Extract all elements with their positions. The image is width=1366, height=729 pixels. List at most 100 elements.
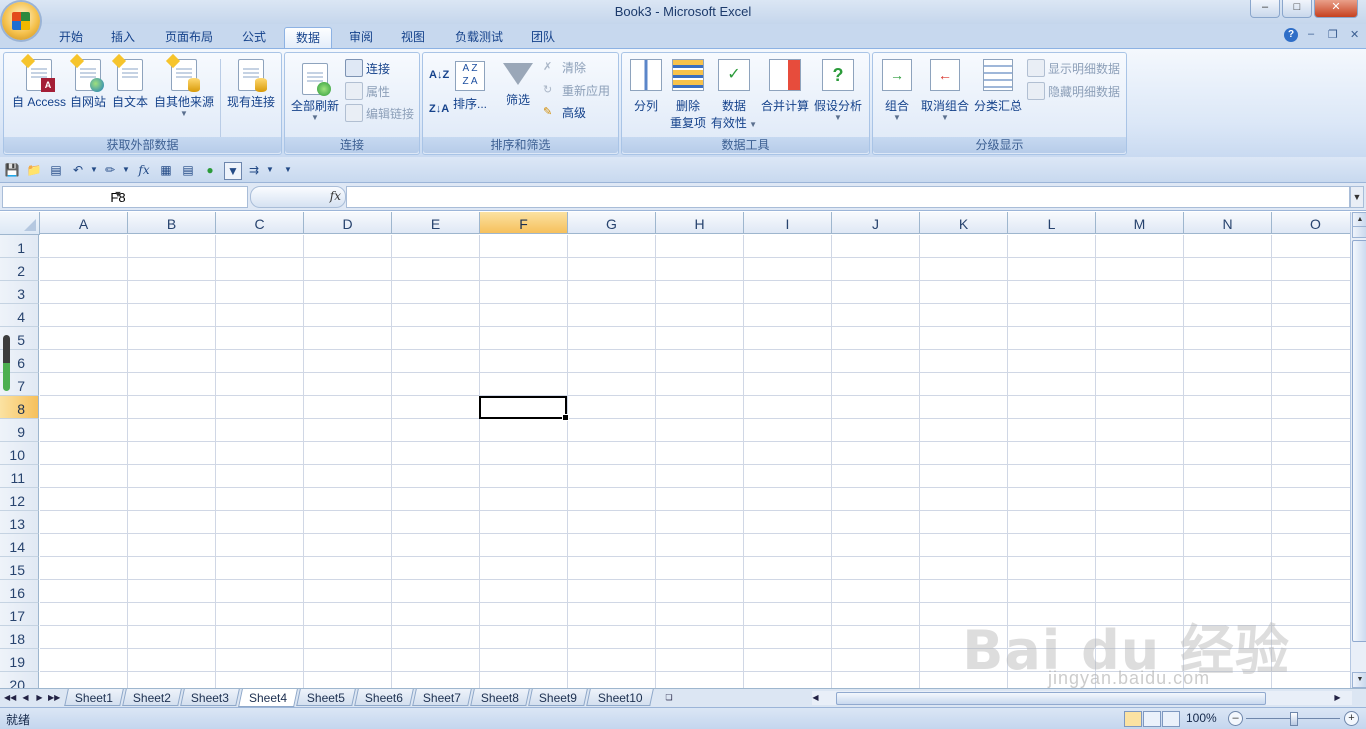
- sort-asc-button[interactable]: A↓Z: [429, 69, 449, 81]
- from-text-button[interactable]: 自文本: [110, 53, 150, 110]
- show-detail-button[interactable]: 显示明细数据: [1027, 59, 1120, 77]
- insert-function-button[interactable]: fx: [330, 189, 341, 203]
- border-dropdown-icon[interactable]: ▼: [118, 162, 134, 178]
- row-header[interactable]: 13: [0, 511, 39, 534]
- zoom-slider-knob[interactable]: [1290, 712, 1298, 726]
- sort-dropdown-icon[interactable]: ▼: [262, 162, 278, 178]
- row-header[interactable]: 12: [0, 488, 39, 511]
- properties-button[interactable]: 属性: [345, 82, 390, 100]
- sort-button[interactable]: A ZZ A 排序...: [449, 61, 491, 112]
- sheet-tab[interactable]: Sheet1: [64, 689, 124, 706]
- normal-view-icon[interactable]: [1124, 711, 1142, 727]
- page-break-view-icon[interactable]: [1162, 711, 1180, 727]
- row-header[interactable]: 17: [0, 603, 39, 626]
- vertical-scrollbar[interactable]: ▲ ▼: [1350, 212, 1366, 688]
- vertical-scroll-thumb[interactable]: [1352, 240, 1366, 642]
- zoom-level[interactable]: 100%: [1186, 711, 1217, 725]
- row-header[interactable]: 16: [0, 580, 39, 603]
- sheet-tab[interactable]: Sheet3: [180, 689, 240, 706]
- data-validation-button[interactable]: ✓ 数据 有效性 ▼: [710, 59, 758, 131]
- sort-qat-icon[interactable]: ⇉: [246, 162, 262, 178]
- sheet-tab[interactable]: Sheet5: [296, 689, 356, 706]
- hide-detail-button[interactable]: 隐藏明细数据: [1027, 82, 1120, 100]
- consolidate-button[interactable]: 合并计算: [760, 59, 810, 114]
- tab-insert[interactable]: 插入: [102, 27, 144, 48]
- tab-home[interactable]: 开始: [50, 27, 92, 48]
- border-icon[interactable]: ✏: [102, 162, 118, 178]
- help-button[interactable]: ?: [1284, 28, 1298, 42]
- row-header[interactable]: 8: [0, 396, 39, 419]
- ribbon-restore-button[interactable]: ❐: [1328, 28, 1338, 41]
- select-all-button[interactable]: [0, 212, 40, 235]
- column-header[interactable]: M: [1096, 212, 1184, 234]
- row-header[interactable]: 3: [0, 281, 39, 304]
- name-box[interactable]: F8 ▼: [2, 186, 248, 208]
- refresh-all-button[interactable]: 全部刷新 ▼: [289, 63, 341, 122]
- row-header[interactable]: 14: [0, 534, 39, 557]
- tab-data[interactable]: 数据: [284, 27, 332, 49]
- tab-view[interactable]: 视图: [392, 27, 434, 48]
- scroll-left-icon[interactable]: ◀: [810, 692, 821, 704]
- side-grip-handle[interactable]: [3, 335, 10, 391]
- tab-page-layout[interactable]: 页面布局: [156, 27, 222, 48]
- column-header[interactable]: H: [656, 212, 744, 234]
- column-header[interactable]: J: [832, 212, 920, 234]
- horizontal-scrollbar[interactable]: ◀ ▶: [812, 691, 1352, 705]
- from-web-button[interactable]: 自网站: [68, 53, 108, 110]
- group-button[interactable]: → 组合 ▼: [879, 59, 915, 122]
- row-header[interactable]: 4: [0, 304, 39, 327]
- save-icon[interactable]: 💾: [4, 162, 20, 178]
- horizontal-scroll-thumb[interactable]: [836, 692, 1266, 705]
- close-button[interactable]: ✕: [1314, 0, 1358, 18]
- row-header[interactable]: 15: [0, 557, 39, 580]
- row-header[interactable]: 10: [0, 442, 39, 465]
- remove-duplicates-button[interactable]: 删除 重复项: [668, 59, 708, 131]
- clear-button[interactable]: ✗ 清除: [543, 59, 586, 76]
- tab-formulas[interactable]: 公式: [232, 27, 276, 48]
- column-header[interactable]: I: [744, 212, 832, 234]
- ungroup-button[interactable]: ← 取消组合 ▼: [919, 59, 971, 122]
- scroll-right-icon[interactable]: ▶: [1332, 692, 1343, 704]
- table-icon[interactable]: ▦: [158, 162, 174, 178]
- what-if-analysis-button[interactable]: ? 假设分析 ▼: [812, 59, 864, 122]
- column-header[interactable]: N: [1184, 212, 1272, 234]
- sheet-tab[interactable]: Sheet9: [528, 689, 588, 706]
- filter-qat-icon[interactable]: ▼: [224, 162, 242, 180]
- globe-icon[interactable]: ●: [202, 162, 218, 178]
- insert-sheet-icon[interactable]: ❏: [662, 692, 676, 704]
- row-header[interactable]: 18: [0, 626, 39, 649]
- from-access-button[interactable]: A 自 Access: [8, 53, 70, 110]
- tab-review[interactable]: 审阅: [340, 27, 382, 48]
- first-sheet-icon[interactable]: ◀◀: [4, 692, 16, 704]
- undo-icon[interactable]: ↶: [70, 162, 86, 178]
- ribbon-close-button[interactable]: ✕: [1350, 28, 1359, 41]
- connections-button[interactable]: 连接: [345, 59, 390, 77]
- rows-icon[interactable]: ▤: [180, 162, 196, 178]
- tab-team[interactable]: 团队: [522, 27, 564, 48]
- row-header[interactable]: 19: [0, 649, 39, 672]
- split-box[interactable]: [1352, 226, 1366, 238]
- column-header[interactable]: E: [392, 212, 480, 234]
- tab-load-test[interactable]: 负载测试: [446, 27, 512, 48]
- zoom-in-icon[interactable]: +: [1344, 711, 1359, 726]
- page-layout-view-icon[interactable]: [1143, 711, 1161, 727]
- minimize-button[interactable]: –: [1250, 0, 1280, 18]
- advanced-button[interactable]: ✎ 高级: [543, 104, 586, 121]
- last-sheet-icon[interactable]: ▶▶: [48, 692, 60, 704]
- zoom-out-icon[interactable]: –: [1228, 711, 1243, 726]
- existing-connections-button[interactable]: 现有连接: [224, 59, 278, 110]
- column-header[interactable]: O: [1272, 212, 1350, 234]
- row-header[interactable]: 1: [0, 235, 39, 258]
- customize-qat-icon[interactable]: ▼: [280, 162, 296, 178]
- office-button[interactable]: [2, 2, 40, 40]
- undo-dropdown-icon[interactable]: ▼: [86, 162, 102, 178]
- filter-button[interactable]: 筛选: [497, 61, 539, 108]
- text-to-columns-button[interactable]: 分列: [626, 59, 666, 114]
- print-preview-icon[interactable]: ▤: [48, 162, 64, 178]
- open-folder-icon[interactable]: 📁: [26, 162, 42, 178]
- scroll-down-icon[interactable]: ▼: [1352, 672, 1366, 688]
- row-header[interactable]: 9: [0, 419, 39, 442]
- sheet-tab[interactable]: Sheet2: [122, 689, 182, 706]
- from-other-sources-button[interactable]: 自其他来源 ▼: [152, 53, 216, 118]
- next-sheet-icon[interactable]: ▶: [34, 692, 45, 704]
